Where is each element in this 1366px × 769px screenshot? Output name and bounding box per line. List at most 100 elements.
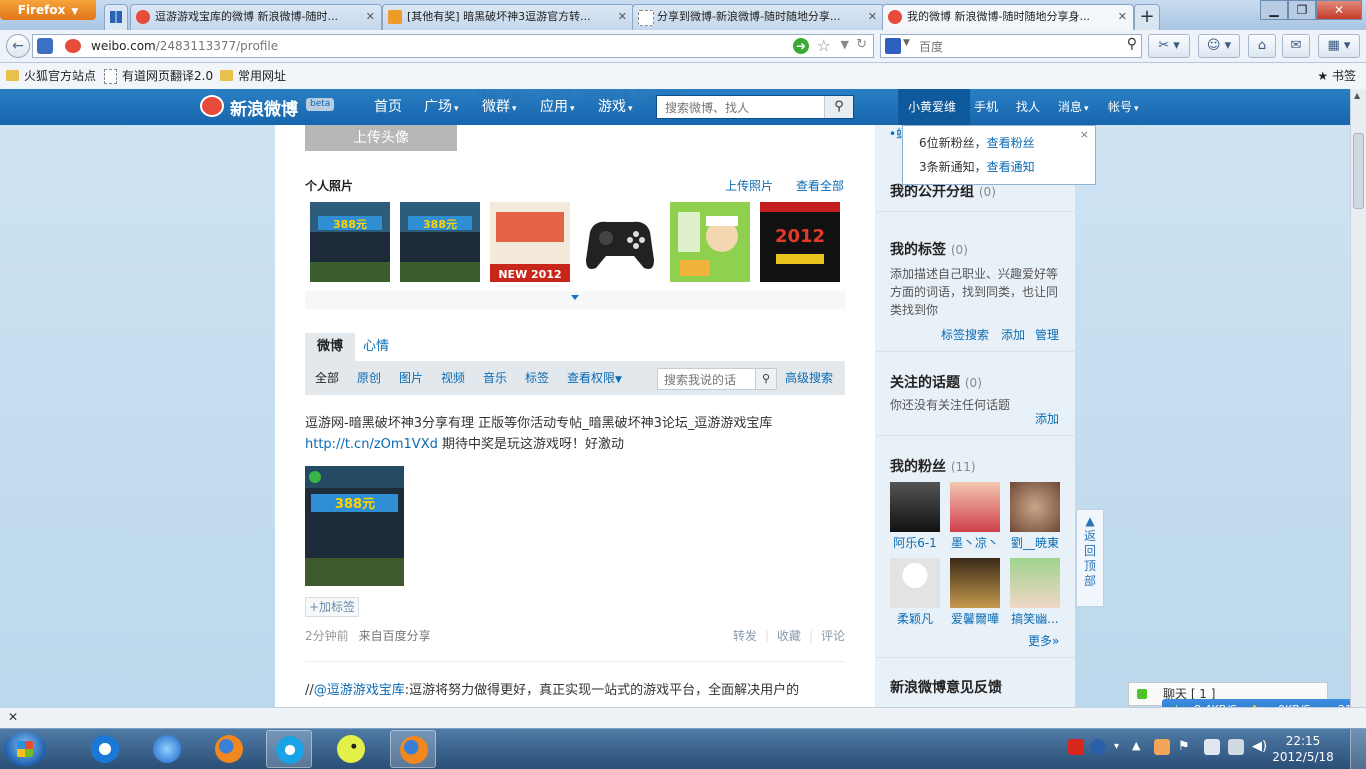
nav-find-people[interactable]: 找人 — [1016, 89, 1040, 125]
photo-thumb-1[interactable]: 388元 — [310, 202, 390, 282]
go-arrow-icon[interactable]: ➜ — [793, 38, 809, 54]
tab-mood[interactable]: 心情 — [363, 333, 389, 361]
show-hidden-icons[interactable]: ▲ — [1132, 739, 1140, 752]
close-tab-icon[interactable]: ✕ — [618, 5, 627, 29]
bookmarks-menu-button[interactable]: ★ 书签 — [1317, 63, 1356, 89]
nav-square[interactable]: 广场 ▾ — [424, 89, 459, 127]
add-tag-button[interactable]: +加标签 — [305, 597, 359, 617]
fan-name-5[interactable]: 爱馨爾嘩 — [945, 610, 1005, 627]
url-bar[interactable]: weibo.com/2483113377/profile ➜ ☆ ▼ ↻ — [32, 34, 874, 58]
bookmark-item-youdao[interactable]: 有道网页翻译2.0 — [104, 63, 213, 89]
fan-name-1[interactable]: 阿乐6-1 — [885, 534, 945, 551]
taskbar-app-sogou[interactable] — [82, 730, 128, 768]
search-icon[interactable]: ⚲ — [824, 96, 853, 118]
nav-apps[interactable]: 应用 ▾ — [540, 89, 575, 127]
more-fans-link[interactable]: 更多» — [1028, 632, 1059, 649]
post-short-link[interactable]: http://t.cn/zOm1VXd — [305, 437, 438, 452]
search-icon[interactable]: ⚲ — [1127, 36, 1137, 52]
taskbar-app-firefox-active[interactable] — [390, 730, 436, 768]
advanced-search-link[interactable]: 高级搜索 — [785, 361, 833, 395]
back-button[interactable]: ← — [6, 34, 30, 58]
tab-groups-button[interactable] — [104, 4, 128, 30]
search-input[interactable] — [917, 37, 1121, 57]
my-posts-search-input[interactable] — [662, 372, 758, 388]
new-tab-button[interactable]: + — [1134, 4, 1160, 30]
start-button[interactable] — [4, 732, 46, 766]
post-time-link[interactable]: 2分钟前 — [305, 629, 349, 643]
weibo-search-box[interactable]: ⚲ — [656, 95, 854, 119]
fan-avatar-6[interactable] — [1010, 558, 1060, 608]
nav-groups[interactable]: 微群 ▾ — [482, 89, 517, 127]
nav-account[interactable]: 帐号 ▾ — [1108, 89, 1139, 127]
photo-thumb-3[interactable]: NEW 2012 — [490, 202, 570, 282]
firefox-menu-button[interactable]: Firefox ▼ — [0, 0, 96, 20]
help-icon[interactable] — [1090, 739, 1106, 755]
browser-tab-2[interactable]: [其他有奖] 暗黑破坏神3逗游官方转... ✕ — [382, 4, 634, 30]
weibo-logo-text[interactable]: 新浪微博 — [230, 95, 298, 120]
user-name-link[interactable]: 小黄爱维 — [908, 89, 956, 125]
taskbar-app-firefox[interactable] — [206, 730, 252, 768]
photo-thumb-2[interactable]: 388元 — [400, 202, 480, 282]
back-to-top-button[interactable]: ▲ 返 回 顶 部 — [1076, 509, 1104, 607]
nav-home[interactable]: 首页 — [374, 89, 402, 125]
photo-thumb-6[interactable]: 2012 — [760, 202, 840, 282]
view-notices-link[interactable]: 查看通知 — [987, 160, 1035, 174]
page-scrollbar[interactable]: ▲ — [1350, 89, 1366, 707]
close-icon[interactable]: ✕ — [8, 710, 18, 724]
fan-name-2[interactable]: 墨丶凉丶 — [945, 534, 1005, 551]
browser-tab-4-active[interactable]: 我的微博 新浪微博-随时随地分享身... ✕ — [882, 4, 1134, 30]
fan-avatar-3[interactable] — [1010, 482, 1060, 532]
fan-name-6[interactable]: 搞笑幽... — [1005, 610, 1065, 627]
tab-weibo[interactable]: 微博 — [305, 333, 355, 363]
url-text[interactable]: weibo.com/2483113377/profile — [91, 35, 278, 57]
repost-button[interactable]: 转发 — [733, 629, 757, 643]
addon-icon[interactable] — [37, 38, 53, 54]
post-image[interactable]: 388元 — [305, 466, 404, 586]
close-tab-icon[interactable]: ✕ — [1118, 5, 1127, 29]
fan-name-3[interactable]: 劉__暁東 — [1005, 534, 1065, 551]
flag-icon[interactable]: ⚑ — [1178, 739, 1194, 755]
filter-images[interactable]: 图片 — [399, 361, 423, 395]
bookmark-item-firefox[interactable]: 火狐官方站点 — [6, 63, 96, 89]
tray-chevron-icon[interactable]: ▾ — [1114, 741, 1119, 752]
scrollbar-thumb[interactable] — [1353, 133, 1364, 209]
filter-all[interactable]: 全部 — [315, 361, 339, 395]
close-tab-icon[interactable]: ✕ — [366, 5, 375, 29]
upload-photo-link[interactable]: 上传照片 — [725, 177, 773, 194]
bookmark-star-icon[interactable]: ☆ — [817, 36, 831, 55]
view-all-photos-link[interactable]: 查看全部 — [796, 177, 844, 194]
minimize-button[interactable]: ▁ — [1260, 0, 1288, 20]
weibo-search-input[interactable] — [663, 99, 827, 117]
nav-messages[interactable]: 消息 ▾ — [1058, 89, 1089, 127]
taskbar-app-headset[interactable] — [266, 730, 312, 768]
photo-thumb-5[interactable] — [670, 202, 750, 282]
close-icon[interactable]: × — [1080, 128, 1089, 141]
close-tab-icon[interactable]: ✕ — [868, 5, 877, 29]
baidu-engine-icon[interactable] — [885, 38, 901, 54]
volume-icon[interactable]: ◀) — [1252, 739, 1268, 755]
sogou-input-icon[interactable] — [1068, 739, 1084, 755]
nav-games[interactable]: 游戏 ▾ — [598, 89, 633, 127]
nav-mobile[interactable]: 手机 — [974, 89, 998, 125]
favorite-button[interactable]: 收藏 — [777, 629, 801, 643]
apps-menu-button[interactable]: ▦ ▾ — [1318, 34, 1360, 58]
tag-search-link[interactable]: 标签搜索 — [941, 326, 989, 343]
users-icon[interactable] — [1154, 739, 1170, 755]
upload-avatar-button[interactable]: 上传头像 — [305, 125, 457, 151]
mention-link[interactable]: @逗游游戏宝库 — [314, 683, 405, 698]
taskbar-app-game[interactable] — [328, 730, 374, 768]
search-bar[interactable]: ▼ ⚲ — [880, 34, 1142, 58]
add-tag-link[interactable]: 添加 — [1001, 326, 1025, 343]
screenshot-tool-button[interactable]: ✂ ▾ — [1148, 34, 1190, 58]
bookmark-item-common[interactable]: 常用网址 — [220, 63, 286, 89]
fan-avatar-2[interactable] — [950, 482, 1000, 532]
filter-tags[interactable]: 标签 — [525, 361, 549, 395]
filter-original[interactable]: 原创 — [357, 361, 381, 395]
view-fans-link[interactable]: 查看粉丝 — [987, 136, 1035, 150]
scroll-up-icon[interactable]: ▲ — [1354, 91, 1360, 100]
reload-icon[interactable]: ↻ — [856, 37, 867, 52]
manage-tags-link[interactable]: 管理 — [1035, 326, 1059, 343]
system-clock[interactable]: 22:15 2012/5/18 — [1270, 733, 1336, 765]
home-button[interactable]: ⌂ — [1248, 34, 1276, 58]
maximize-button[interactable]: ❐ — [1288, 0, 1316, 20]
